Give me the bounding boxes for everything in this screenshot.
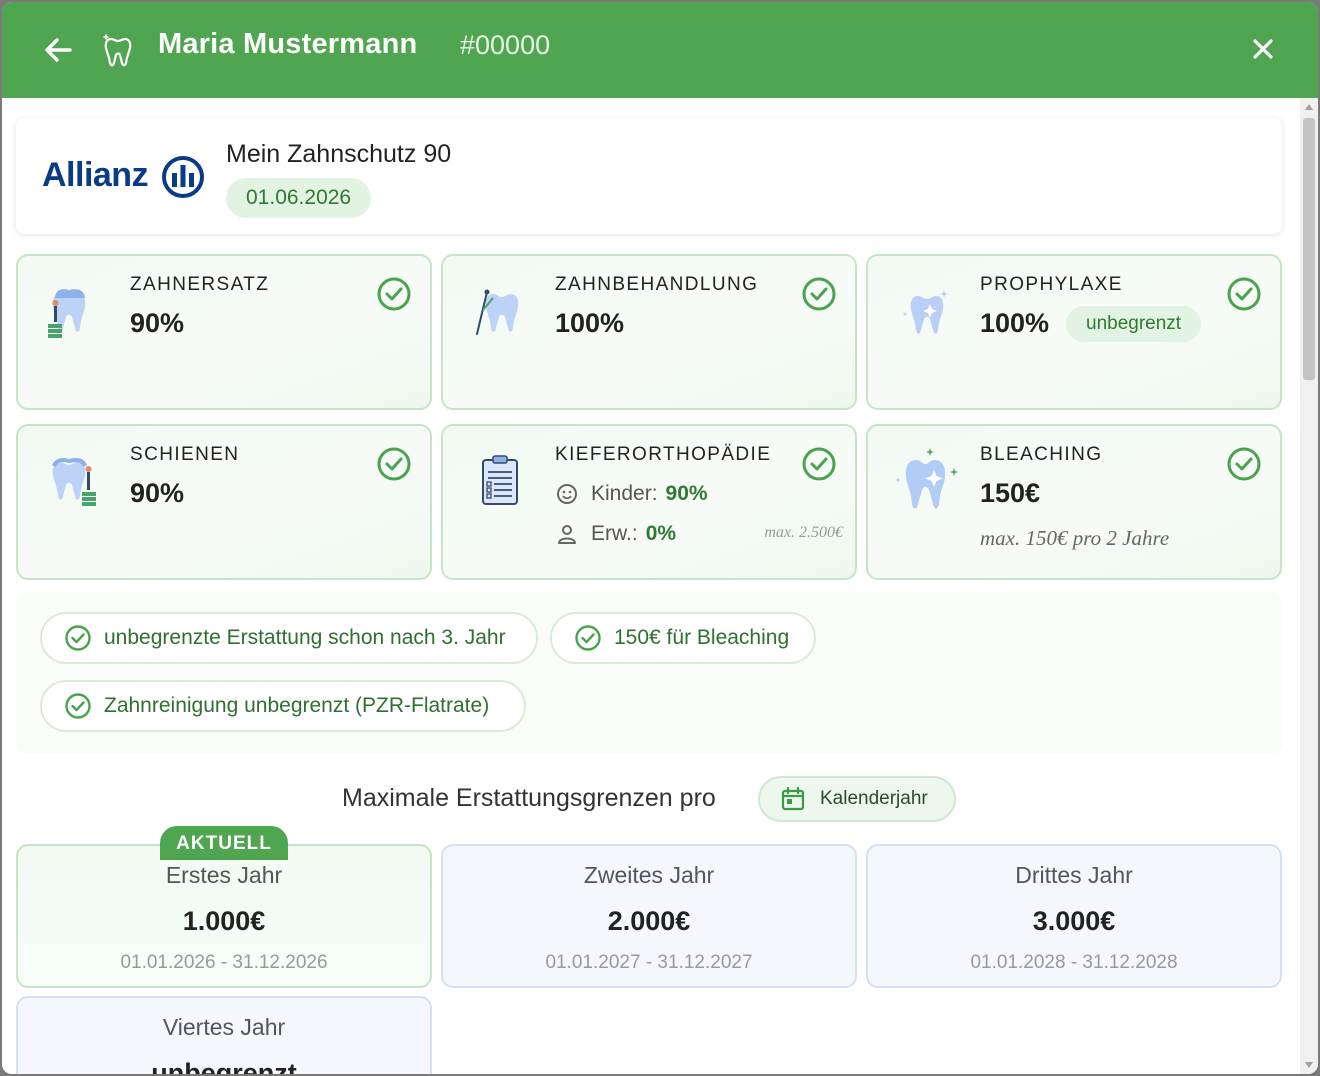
patient-name: Maria Mustermann <box>158 28 418 60</box>
check-circle-icon <box>1227 277 1261 311</box>
feature-text: Zahnreinigung unbegrenzt (PZR-Flatrate) <box>104 694 490 717</box>
clipboard-icon <box>482 455 518 505</box>
year-limit: 3.000€ <box>1032 906 1116 936</box>
benefit-title: PROPHYLAXE <box>980 274 1123 295</box>
tariff-name: Mein Zahnschutz 90 <box>226 140 452 168</box>
year-name: Erstes Jahr <box>165 862 283 888</box>
feature-chip: unbegrenzte Erstattung schon nach 3. Jah… <box>40 612 538 664</box>
bleaching-note: max. 150€ pro 2 Jahre <box>980 526 1170 550</box>
patient-id: #00000 <box>460 30 551 60</box>
content-area[interactable]: Allianz Mein Zahnschutz 90 01.06.2026 ZA… <box>2 98 1300 1074</box>
year-limit: 1.000€ <box>182 906 266 936</box>
modal-window: Maria Mustermann #00000 Allianz Mein Zah… <box>2 2 1318 1074</box>
benefit-title: ZAHNERSATZ <box>130 274 270 295</box>
header-bar: Maria Mustermann #00000 <box>2 2 1318 98</box>
limits-heading: Maximale Erstattungsgrenzen pro <box>342 784 716 812</box>
allianz-logo: Allianz <box>42 154 212 200</box>
year-limit: unbegrenzt <box>151 1058 297 1074</box>
allianz-eagle-icon <box>162 156 204 198</box>
benefit-tile-prophylaxe[interactable]: PROPHYLAXE 100% unbegrenzt <box>866 254 1282 410</box>
kfo-max-note: max. 2.500€ <box>764 524 843 541</box>
child-face-icon <box>557 484 577 504</box>
unlimited-badge: unbegrenzt <box>1066 306 1202 342</box>
check-circle-icon <box>1227 447 1261 481</box>
benefit-tile-zahnersatz[interactable]: ZAHNERSATZ 90% <box>16 254 432 410</box>
benefit-tile-zahnbehandlung[interactable]: ZAHNBEHANDLUNG 100% <box>441 254 857 410</box>
year-range: 01.01.2027 - 31.12.2027 <box>545 952 753 973</box>
benefit-title: BLEACHING <box>980 444 1103 465</box>
benefit-value: 90% <box>130 478 185 508</box>
check-circle-icon <box>377 447 411 481</box>
check-circle-icon <box>377 277 411 311</box>
tooth-crown-icon <box>48 289 86 338</box>
tooth-icon <box>103 34 132 67</box>
erwachsene-row: Erw.: 0% <box>555 522 676 546</box>
erwachsene-label: Erw.: <box>591 522 638 545</box>
benefit-value: 100% <box>555 308 625 338</box>
year-range: 01.01.2026 - 31.12.2026 <box>120 952 328 973</box>
scrollbar[interactable] <box>1300 98 1318 1074</box>
benefit-title: SCHIENEN <box>130 444 240 465</box>
benefit-tile-kieferorthopaedie[interactable]: KIEFERORTHOPÄDIE Kinder: 90% Erw.: 0% ma… <box>441 424 857 580</box>
limit-card-year-2: Zweites Jahr 2.000€ 01.01.2027 - 31.12.2… <box>441 844 857 988</box>
check-circle-icon <box>65 625 91 651</box>
feature-text: 150€ für Bleaching <box>614 626 790 649</box>
feature-chip: 150€ für Bleaching <box>550 612 816 664</box>
current-year-badge: AKTUELL <box>160 826 288 860</box>
check-circle-icon <box>802 277 836 311</box>
benefit-title: ZAHNBEHANDLUNG <box>555 274 759 295</box>
feature-chip: Zahnreinigung unbegrenzt (PZR-Flatrate) <box>40 680 526 732</box>
scrollbar-thumb[interactable] <box>1303 118 1315 380</box>
year-range: 01.01.2028 - 31.12.2028 <box>970 952 1178 973</box>
check-circle-icon <box>65 693 91 719</box>
tooth-splint-icon <box>52 458 96 506</box>
kinder-value: 90% <box>665 482 708 505</box>
check-circle-icon <box>575 625 601 651</box>
period-toggle-button[interactable]: Kalenderjahr <box>758 776 956 822</box>
tooth-sparkle-icon <box>903 290 948 334</box>
benefit-value: 100% <box>980 308 1050 338</box>
limit-card-year-4: Viertes Jahr unbegrenzt <box>16 996 432 1074</box>
scroll-down-arrow[interactable] <box>1305 1062 1313 1068</box>
benefit-value: 150€ <box>980 478 1041 508</box>
benefit-tile-bleaching[interactable]: BLEACHING 150€ max. 150€ pro 2 Jahre <box>866 424 1282 580</box>
erwachsene-value: 0% <box>645 522 677 545</box>
tariff-card: Allianz Mein Zahnschutz 90 01.06.2026 <box>16 118 1282 234</box>
limit-card-year-3: Drittes Jahr 3.000€ 01.01.2028 - 31.12.2… <box>866 844 1282 988</box>
person-icon <box>558 525 576 544</box>
tooth-treatment-icon <box>476 289 519 335</box>
year-name: Drittes Jahr <box>1015 862 1133 888</box>
year-name: Viertes Jahr <box>162 1014 286 1040</box>
year-limit: 2.000€ <box>607 906 691 936</box>
check-circle-icon <box>802 447 836 481</box>
benefit-tile-schienen[interactable]: SCHIENEN 90% <box>16 424 432 580</box>
scroll-up-arrow[interactable] <box>1305 104 1313 110</box>
feature-text: unbegrenzte Erstattung schon nach 3. Jah… <box>104 626 506 649</box>
arrow-left-icon[interactable] <box>40 32 76 68</box>
close-icon[interactable] <box>1248 34 1278 64</box>
limit-card-year-1: Erstes Jahr 1.000€ 01.01.2026 - 31.12.20… <box>16 844 432 988</box>
kinder-row: Kinder: 90% <box>555 482 708 506</box>
calendar-icon <box>781 786 805 811</box>
year-name: Zweites Jahr <box>583 862 715 888</box>
benefit-title: KIEFERORTHOPÄDIE <box>555 444 772 465</box>
kinder-label: Kinder: <box>591 482 658 505</box>
benefit-value: 90% <box>130 308 185 338</box>
tooth-bleaching-icon <box>896 448 958 509</box>
period-label: Kalenderjahr <box>820 788 928 809</box>
tariff-start-date-badge: 01.06.2026 <box>226 178 372 218</box>
allianz-wordmark: Allianz <box>42 156 149 194</box>
